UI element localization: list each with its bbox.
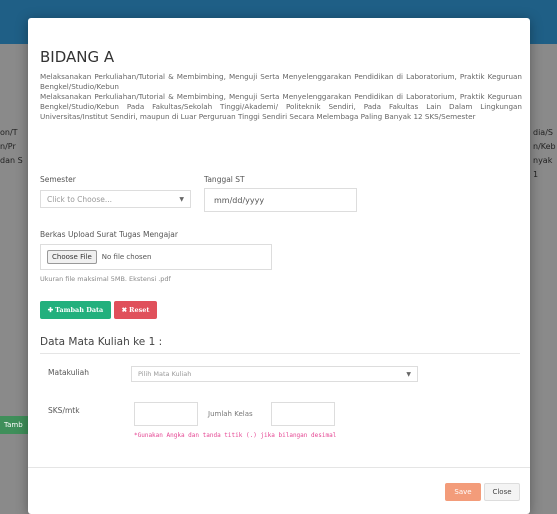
chevron-down-icon: ▼ [179, 195, 184, 203]
sks-label: SKS/mtk [48, 406, 80, 415]
add-data-label: Tambah Data [55, 306, 104, 314]
file-status: No file chosen [101, 253, 152, 261]
semester-placeholder: Click to Choose... [47, 194, 113, 204]
decimal-note: *Gunakan Angka dan tanda titik (.) jika … [134, 432, 337, 439]
add-data-button[interactable]: ✚ Tambah Data [40, 301, 111, 319]
save-button[interactable]: Save [445, 483, 481, 501]
modal-title: BIDANG A [40, 48, 115, 66]
jumlah-kelas-placeholder: Jumlah Kelas [208, 410, 253, 418]
tanggal-st-placeholder: mm/dd/yyyy [214, 195, 265, 205]
tanggal-st-label: Tanggal ST [204, 175, 245, 184]
description: Melaksanakan Perkuliahan/Tutorial & Memb… [40, 72, 522, 122]
background-add-button: Tamb [0, 416, 28, 434]
choose-file-button[interactable]: Choose File [47, 250, 97, 264]
plus-icon: ✚ [47, 306, 54, 314]
tanggal-st-input[interactable]: mm/dd/yyyy [204, 188, 357, 212]
sks-input[interactable] [134, 402, 198, 426]
matakuliah-select[interactable]: Pilih Mata Kuliah ▼ [131, 366, 418, 382]
semester-select[interactable]: Click to Choose... ▼ [40, 190, 191, 208]
reset-label: Reset [129, 306, 150, 314]
background-right-text: dia/S n/Keb nyak 1 [533, 128, 556, 179]
background-left-text: on/T n/Pr dan S [0, 128, 23, 165]
file-input[interactable]: Choose File No file chosen [40, 244, 272, 270]
description-long: Melaksanakan Perkuliahan/Tutorial & Memb… [40, 92, 522, 121]
upload-hint: Ukuran file maksimal 5MB. Ekstensi .pdf [40, 275, 171, 283]
chevron-down-icon: ▼ [406, 370, 411, 378]
matakuliah-placeholder: Pilih Mata Kuliah [138, 370, 192, 378]
upload-label: Berkas Upload Surat Tugas Mengajar [40, 230, 178, 239]
refresh-icon: ✖ [121, 306, 128, 314]
description-short: Melaksanakan Perkuliahan/Tutorial & Memb… [40, 72, 522, 91]
semester-label: Semester [40, 175, 76, 184]
section-divider [40, 353, 520, 354]
modal-dialog: BIDANG A Melaksanakan Perkuliahan/Tutori… [28, 18, 530, 514]
jumlah-kelas-border [271, 402, 335, 426]
close-button[interactable]: Close [484, 483, 520, 501]
reset-button[interactable]: ✖ Reset [114, 301, 157, 319]
section-title: Data Mata Kuliah ke 1 : [40, 336, 163, 348]
matakuliah-label: Matakuliah [48, 368, 89, 377]
footer-divider [28, 467, 530, 468]
